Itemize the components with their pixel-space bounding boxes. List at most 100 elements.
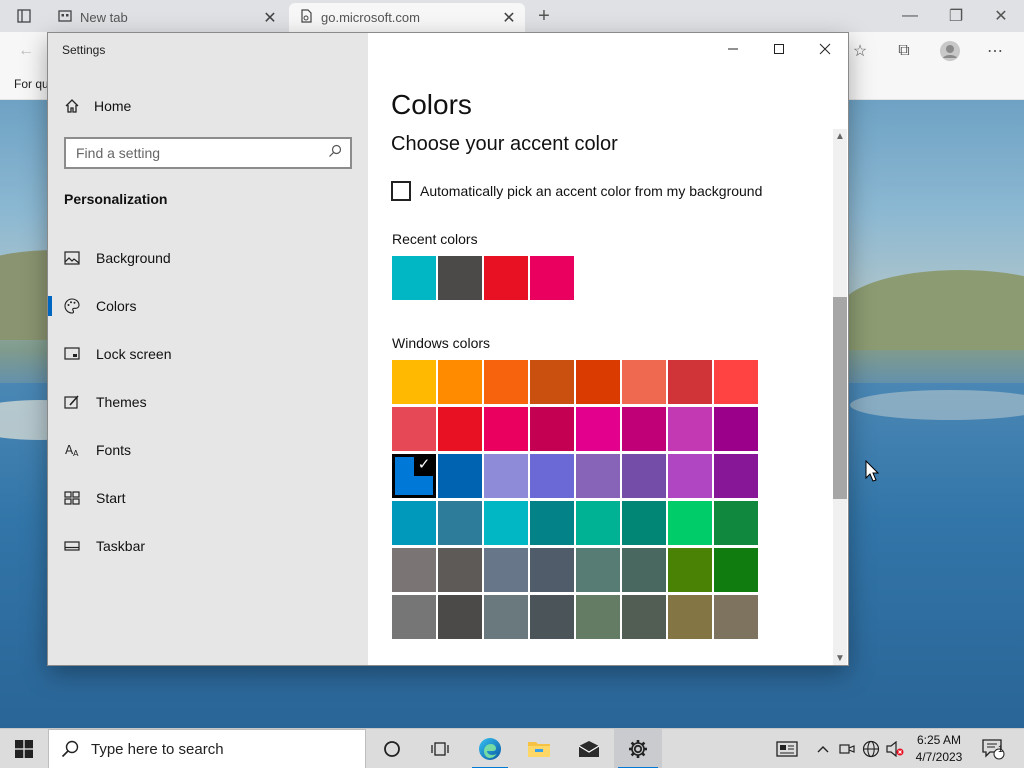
windows-color-swatch[interactable] bbox=[392, 548, 436, 592]
windows-color-swatch[interactable] bbox=[668, 548, 712, 592]
windows-color-swatch[interactable] bbox=[530, 360, 574, 404]
windows-color-swatch[interactable] bbox=[530, 595, 574, 639]
palette-icon bbox=[64, 298, 80, 314]
recent-color-swatch[interactable] bbox=[392, 256, 436, 300]
windows-color-swatch[interactable] bbox=[714, 595, 758, 639]
windows-color-swatch[interactable] bbox=[668, 360, 712, 404]
nav-item-lock-screen[interactable]: Lock screen bbox=[48, 334, 368, 374]
favorites-bar-text[interactable]: For qu bbox=[14, 77, 49, 91]
content-scrollbar[interactable]: ▲ ▼ bbox=[833, 129, 847, 665]
minimize-browser-icon[interactable]: — bbox=[900, 6, 920, 26]
favorites-star-icon[interactable]: ☆ bbox=[850, 41, 870, 61]
windows-color-swatch[interactable] bbox=[714, 454, 758, 498]
back-icon[interactable]: ← bbox=[16, 41, 36, 61]
nav-item-themes[interactable]: Themes bbox=[48, 382, 368, 422]
windows-color-swatch[interactable] bbox=[576, 407, 620, 451]
windows-color-swatch[interactable] bbox=[714, 548, 758, 592]
show-hidden-icons-button[interactable] bbox=[812, 729, 834, 768]
windows-color-swatch[interactable] bbox=[668, 501, 712, 545]
windows-color-swatch[interactable] bbox=[622, 407, 666, 451]
windows-color-swatch[interactable] bbox=[484, 548, 528, 592]
windows-color-swatch[interactable] bbox=[392, 501, 436, 545]
action-center-button[interactable]: 1 bbox=[978, 729, 1008, 768]
find-setting-search[interactable] bbox=[64, 137, 352, 169]
find-setting-input[interactable] bbox=[76, 145, 328, 161]
network-button[interactable] bbox=[860, 729, 882, 768]
recent-color-swatch[interactable] bbox=[484, 256, 528, 300]
windows-color-swatch[interactable] bbox=[392, 407, 436, 451]
more-menu-icon[interactable]: ⋯ bbox=[985, 41, 1005, 61]
windows-color-swatch[interactable] bbox=[484, 407, 528, 451]
windows-color-swatch[interactable] bbox=[484, 501, 528, 545]
scroll-thumb[interactable] bbox=[833, 297, 847, 499]
profile-avatar-icon[interactable] bbox=[938, 39, 962, 63]
scroll-down-icon[interactable]: ▼ bbox=[833, 651, 847, 665]
windows-color-swatch[interactable] bbox=[622, 360, 666, 404]
nav-item-taskbar[interactable]: Taskbar bbox=[48, 526, 368, 566]
home-link[interactable]: Home bbox=[64, 95, 131, 117]
recent-color-swatch[interactable] bbox=[438, 256, 482, 300]
windows-color-swatch[interactable] bbox=[576, 501, 620, 545]
volume-button[interactable] bbox=[884, 729, 906, 768]
windows-color-swatch[interactable] bbox=[622, 548, 666, 592]
windows-color-swatch[interactable] bbox=[714, 407, 758, 451]
windows-color-swatch[interactable] bbox=[438, 595, 482, 639]
windows-color-swatch[interactable] bbox=[438, 360, 482, 404]
windows-color-swatch[interactable] bbox=[622, 501, 666, 545]
nav-item-colors[interactable]: Colors bbox=[48, 286, 368, 326]
taskbar-mail[interactable] bbox=[566, 729, 612, 768]
close-tab-icon[interactable]: ✕ bbox=[260, 8, 280, 28]
windows-color-swatch[interactable] bbox=[576, 360, 620, 404]
task-view-button[interactable] bbox=[418, 729, 462, 768]
windows-color-swatch[interactable] bbox=[484, 595, 528, 639]
start-button[interactable] bbox=[0, 729, 48, 768]
windows-color-swatch[interactable] bbox=[714, 501, 758, 545]
browser-tab-active[interactable]: go.microsoft.com ✕ bbox=[289, 3, 525, 32]
windows-color-swatch[interactable] bbox=[392, 360, 436, 404]
taskbar-edge[interactable] bbox=[468, 729, 512, 768]
auto-accent-checkbox[interactable] bbox=[391, 181, 411, 201]
windows-color-swatch[interactable] bbox=[438, 454, 482, 498]
windows-color-swatch[interactable] bbox=[714, 360, 758, 404]
windows-color-swatch[interactable] bbox=[668, 407, 712, 451]
browser-tab[interactable]: New tab ✕ bbox=[48, 3, 286, 32]
close-browser-icon[interactable]: ✕ bbox=[991, 6, 1011, 26]
taskbar-search-box[interactable]: Type here to search bbox=[48, 729, 366, 768]
windows-color-swatch[interactable] bbox=[668, 595, 712, 639]
scroll-up-icon[interactable]: ▲ bbox=[833, 129, 847, 143]
windows-color-swatch[interactable] bbox=[668, 454, 712, 498]
windows-color-swatch[interactable]: ✓ bbox=[392, 454, 436, 498]
windows-color-swatch[interactable] bbox=[484, 454, 528, 498]
windows-color-swatch[interactable] bbox=[576, 454, 620, 498]
restore-browser-icon[interactable]: ❐ bbox=[946, 6, 966, 26]
meet-now-button[interactable] bbox=[838, 729, 856, 768]
news-widget-button[interactable] bbox=[772, 729, 802, 768]
windows-color-swatch[interactable] bbox=[530, 501, 574, 545]
windows-color-swatch[interactable] bbox=[438, 548, 482, 592]
taskbar-file-explorer[interactable] bbox=[516, 729, 562, 768]
windows-color-swatch[interactable] bbox=[438, 501, 482, 545]
recent-color-swatch[interactable] bbox=[530, 256, 574, 300]
new-tab-button[interactable]: + bbox=[534, 5, 554, 27]
lock-screen-icon bbox=[64, 346, 80, 362]
windows-color-swatch[interactable] bbox=[622, 454, 666, 498]
windows-color-swatch[interactable] bbox=[530, 407, 574, 451]
windows-color-swatch[interactable] bbox=[438, 407, 482, 451]
taskbar-clock[interactable]: 6:25 AM 4/7/2023 bbox=[908, 732, 970, 766]
collections-icon[interactable]: ⧉ bbox=[894, 41, 914, 61]
windows-color-swatch[interactable] bbox=[484, 360, 528, 404]
windows-color-swatch[interactable] bbox=[530, 454, 574, 498]
windows-color-swatch[interactable] bbox=[576, 548, 620, 592]
windows-color-swatch[interactable] bbox=[576, 595, 620, 639]
close-tab-icon[interactable]: ✕ bbox=[499, 8, 519, 28]
taskbar-settings[interactable] bbox=[614, 729, 662, 768]
cortana-button[interactable] bbox=[370, 729, 414, 768]
nav-item-start[interactable]: Start bbox=[48, 478, 368, 518]
nav-item-background[interactable]: Background bbox=[48, 238, 368, 278]
windows-color-swatch[interactable] bbox=[530, 548, 574, 592]
nav-item-fonts[interactable]: AA Fonts bbox=[48, 430, 368, 470]
windows-color-swatch[interactable] bbox=[392, 595, 436, 639]
auto-accent-option[interactable]: Automatically pick an accent color from … bbox=[391, 181, 762, 201]
tab-actions-icon[interactable] bbox=[10, 6, 38, 26]
windows-color-swatch[interactable] bbox=[622, 595, 666, 639]
